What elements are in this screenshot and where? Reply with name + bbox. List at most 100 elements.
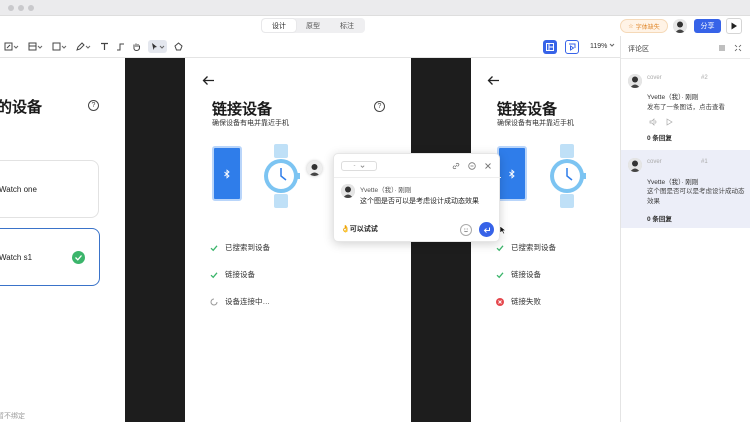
play-outline-icon	[569, 43, 576, 51]
device-card-label: Watch s1	[0, 252, 33, 262]
avatar	[341, 184, 355, 198]
success-check-icon	[496, 271, 504, 278]
send-icon	[483, 227, 490, 233]
comment-text: 这个图是否可以是考虑设计成动态效果	[647, 188, 745, 205]
selected-check-icon	[72, 251, 85, 264]
comment-cover-label: cover	[647, 75, 662, 81]
rectangle-tool[interactable]	[52, 40, 67, 53]
pen-tool[interactable]	[76, 40, 91, 53]
text-tool[interactable]	[100, 40, 109, 53]
success-check-icon	[496, 244, 504, 251]
connector-tool[interactable]	[116, 40, 125, 53]
success-check-icon	[210, 271, 218, 278]
text-icon	[101, 42, 108, 50]
reply-input[interactable]: 👌可以试试	[341, 224, 378, 234]
list-view-icon[interactable]	[717, 43, 727, 53]
phone-illustration	[497, 146, 527, 201]
step-label: 链接设备	[225, 270, 255, 279]
frame3-title: 链接设备	[497, 101, 558, 118]
tool-bar: 119%	[0, 36, 620, 58]
zoom-level[interactable]: 119%	[590, 42, 615, 50]
divider	[621, 58, 750, 59]
device-card-watch-s1[interactable]: Watch s1	[0, 228, 100, 286]
device-card-label: Watch one	[0, 184, 37, 194]
tab-annotation[interactable]: 标注	[330, 19, 364, 32]
step-linking: 链接设备	[210, 269, 255, 280]
emoji-button[interactable]	[460, 224, 472, 236]
share-button[interactable]: 分享	[694, 19, 721, 33]
comment-item[interactable]: cover #1 Yvette（我）· 刚刚 这个图是否可以是考虑设计成动态效果…	[621, 150, 750, 228]
link-icon[interactable]	[451, 161, 461, 171]
success-check-icon	[210, 244, 218, 251]
frame2-subtitle: 确保设备有电并靠近手机	[212, 120, 289, 127]
step-searched: 已搜索到设备	[210, 242, 270, 253]
container-tool[interactable]	[28, 40, 43, 53]
play-icon[interactable]	[665, 118, 673, 126]
reply-count[interactable]: 0 条回复	[647, 132, 672, 142]
device-card-watch-one[interactable]: Watch one	[0, 160, 99, 218]
phone-illustration	[212, 146, 242, 201]
chevron-down-icon	[85, 45, 91, 49]
help-glyph: ?	[377, 103, 382, 110]
frame1-title: 的设备	[0, 99, 43, 116]
panel-title: 评论区	[628, 46, 649, 53]
window-close-button[interactable]	[8, 5, 14, 11]
comment-text: 这个图是否可以是考虑设计成动态效果	[360, 198, 479, 205]
frame-device-list[interactable]: 的设备 ? Watch one Watch s1 暂不绑定	[0, 58, 125, 422]
comment-panel: 评论区 cover #2 Yvette（我）· 刚刚 发布了一条图话，点击查看 …	[620, 36, 750, 422]
comment-popup: - Yvette（我）· 刚刚 这个图是否可以是考虑设计成动态效果 👌可以试试	[333, 153, 501, 242]
comment-author: Yvette（我）· 刚刚	[647, 94, 699, 101]
mode-switch: 设计 原型 标注	[261, 18, 365, 33]
comment-pin-avatar[interactable]	[307, 161, 322, 176]
reply-count[interactable]: 0 条回复	[647, 213, 672, 223]
divider	[334, 177, 501, 178]
window-maximize-button[interactable]	[28, 5, 34, 11]
hand-icon	[133, 43, 140, 51]
comment-item[interactable]: cover #2 Yvette（我）· 刚刚 发布了一条图话，点击查看 0 条回…	[621, 70, 750, 146]
emoji-icon	[464, 228, 468, 233]
resolve-icon[interactable]	[467, 161, 477, 171]
avatar	[628, 158, 642, 172]
design-canvas[interactable]: 的设备 ? Watch one Watch s1 暂不绑定 链接设备 确保设备有…	[0, 58, 620, 422]
watch-illustration	[264, 144, 300, 208]
status-select-value: -	[353, 163, 356, 169]
hand-tool[interactable]	[132, 40, 141, 53]
zoom-value: 119%	[590, 43, 608, 50]
chevron-down-icon	[37, 45, 43, 49]
chevron-down-icon	[13, 45, 19, 49]
step-label: 链接设备	[511, 270, 541, 279]
play-preview-button[interactable]	[726, 18, 742, 34]
audio-icon[interactable]	[649, 118, 658, 126]
send-button[interactable]	[479, 222, 494, 237]
frame3-subtitle: 确保设备有电并靠近手机	[497, 120, 574, 127]
comment-status-select[interactable]: -	[341, 161, 377, 171]
chevron-down-icon	[61, 45, 67, 49]
tab-prototype[interactable]: 原型	[296, 19, 330, 32]
mouse-cursor-icon	[499, 225, 507, 235]
missing-font-button[interactable]: ☆ 字体缺失	[620, 19, 668, 33]
collapse-panel-icon[interactable]	[733, 43, 743, 53]
step-label: 链接失败	[511, 297, 541, 306]
step-failed: 链接失败	[496, 296, 541, 307]
chevron-down-icon	[159, 45, 165, 49]
close-icon[interactable]	[483, 161, 493, 171]
component-tool[interactable]	[174, 40, 183, 53]
back-arrow-icon[interactable]	[202, 74, 215, 88]
step-label: 已搜索到设备	[225, 243, 270, 252]
frame-tool[interactable]	[4, 40, 19, 53]
comment-tool[interactable]	[148, 40, 167, 53]
skip-binding-link[interactable]: 暂不绑定	[0, 411, 25, 421]
window-minimize-button[interactable]	[18, 5, 24, 11]
tab-design[interactable]: 设计	[262, 19, 296, 32]
connector-icon	[117, 43, 124, 51]
step-searched: 已搜索到设备	[496, 242, 556, 253]
back-arrow-icon[interactable]	[487, 74, 500, 88]
user-avatar[interactable]	[673, 19, 687, 33]
help-glyph: ?	[91, 102, 96, 109]
prototype-play-button[interactable]	[565, 40, 579, 54]
comment-author: Yvette（我）· 刚刚	[360, 187, 412, 194]
layout-view-button[interactable]	[543, 40, 557, 54]
dark-frame	[125, 58, 185, 422]
container-icon	[28, 42, 37, 51]
comment-number: #1	[701, 159, 708, 165]
